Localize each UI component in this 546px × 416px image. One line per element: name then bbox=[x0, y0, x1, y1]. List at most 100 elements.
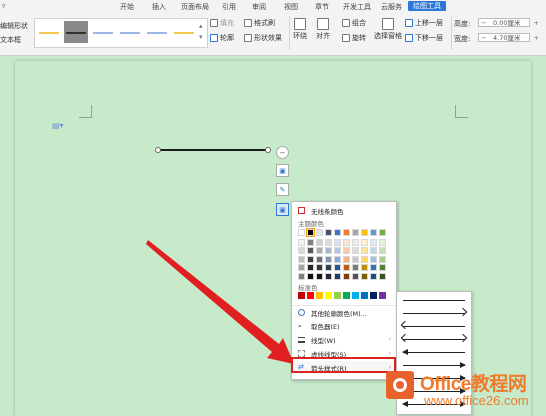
theme-color-swatch[interactable] bbox=[316, 229, 323, 236]
theme-color-swatch[interactable] bbox=[352, 255, 359, 263]
style-item[interactable] bbox=[118, 21, 142, 43]
tab-section[interactable]: 章节 bbox=[315, 2, 329, 12]
resize-handle[interactable] bbox=[155, 147, 161, 153]
theme-color-swatch[interactable] bbox=[325, 229, 332, 236]
gallery-up-icon[interactable]: ▴ bbox=[199, 22, 203, 30]
menu-item-eyedropper[interactable]: ⌕ 取色器(E) bbox=[292, 319, 396, 332]
style-item[interactable] bbox=[172, 21, 196, 43]
theme-color-swatch[interactable] bbox=[361, 238, 368, 246]
theme-color-swatch[interactable] bbox=[298, 264, 305, 271]
theme-color-swatch[interactable] bbox=[343, 238, 350, 246]
menu-item-no-line-color[interactable]: 无线条颜色 bbox=[292, 204, 396, 217]
shape-style-gallery[interactable]: ▴ ▾ bbox=[34, 18, 208, 48]
rotate-button[interactable]: 旋转 bbox=[342, 33, 366, 43]
theme-color-swatch[interactable] bbox=[325, 247, 332, 254]
theme-color-swatch[interactable] bbox=[361, 264, 368, 271]
outline-button[interactable]: 轮廓 bbox=[210, 33, 234, 43]
tab-cloud[interactable]: 云服务 bbox=[381, 2, 402, 12]
standard-color-row[interactable] bbox=[298, 292, 390, 301]
standard-color-swatch[interactable] bbox=[343, 292, 350, 299]
theme-color-grid[interactable] bbox=[298, 228, 390, 285]
theme-color-swatch[interactable] bbox=[298, 247, 305, 254]
gallery-down-icon[interactable]: ▾ bbox=[199, 33, 203, 41]
theme-color-swatch[interactable] bbox=[379, 272, 386, 280]
standard-color-swatch[interactable] bbox=[307, 292, 314, 299]
fill-button[interactable]: 填充 bbox=[210, 18, 234, 28]
theme-color-swatch[interactable] bbox=[361, 229, 368, 236]
theme-color-swatch[interactable] bbox=[361, 272, 368, 280]
arrow-style-solid-left[interactable] bbox=[402, 346, 465, 360]
theme-color-swatch[interactable] bbox=[352, 272, 359, 280]
theme-color-swatch[interactable] bbox=[370, 264, 377, 271]
theme-color-swatch[interactable] bbox=[325, 238, 332, 246]
style-item[interactable] bbox=[37, 21, 61, 43]
tab-drawing-tools[interactable]: 绘图工具 bbox=[408, 1, 446, 11]
theme-color-swatch[interactable] bbox=[343, 247, 350, 254]
send-backward-button[interactable]: 下移一层 bbox=[405, 33, 443, 43]
theme-color-swatch[interactable] bbox=[343, 264, 350, 271]
arrow-style-open-both[interactable] bbox=[400, 333, 468, 347]
arrow-style-open-left[interactable] bbox=[400, 320, 465, 334]
theme-color-swatch[interactable] bbox=[334, 264, 341, 271]
arrow-style-plain[interactable] bbox=[403, 294, 465, 308]
standard-color-swatch[interactable] bbox=[325, 292, 332, 299]
align-button[interactable]: 对齐 bbox=[316, 18, 330, 41]
tab-view[interactable]: 视图 bbox=[284, 2, 298, 12]
style-item-selected[interactable] bbox=[64, 21, 88, 43]
standard-color-swatch[interactable] bbox=[316, 292, 323, 299]
arrow-style-open-right[interactable] bbox=[403, 307, 468, 321]
theme-color-swatch[interactable] bbox=[379, 238, 386, 246]
line-shape[interactable] bbox=[158, 149, 268, 151]
theme-color-swatch[interactable] bbox=[352, 247, 359, 254]
theme-color-swatch[interactable] bbox=[334, 238, 341, 246]
theme-color-swatch[interactable] bbox=[298, 229, 305, 236]
theme-color-swatch[interactable] bbox=[379, 229, 386, 236]
theme-color-swatch[interactable] bbox=[334, 272, 341, 280]
minus-icon[interactable]: − bbox=[481, 19, 486, 28]
standard-color-swatch[interactable] bbox=[379, 292, 386, 299]
theme-color-swatch[interactable] bbox=[325, 272, 332, 280]
theme-color-swatch[interactable] bbox=[352, 229, 359, 236]
tab-home[interactable]: 开始 bbox=[120, 2, 134, 12]
theme-color-swatch[interactable] bbox=[370, 272, 377, 280]
theme-color-swatch[interactable] bbox=[334, 255, 341, 263]
theme-color-swatch[interactable] bbox=[352, 238, 359, 246]
format-brush-button[interactable]: 格式刷 bbox=[244, 18, 275, 28]
tab-insert[interactable]: 插入 bbox=[152, 2, 166, 12]
plus-icon[interactable]: + bbox=[534, 19, 539, 28]
edit-shape-button[interactable]: 编辑形状 bbox=[0, 21, 28, 31]
menu-item-line-style[interactable]: 线型(W) › bbox=[292, 333, 396, 346]
text-box-button[interactable]: 文本框 bbox=[0, 35, 21, 45]
tab-page-layout[interactable]: 页面布局 bbox=[181, 2, 209, 12]
theme-color-swatch[interactable] bbox=[370, 229, 377, 236]
theme-color-swatch[interactable] bbox=[370, 247, 377, 254]
standard-color-swatch[interactable] bbox=[298, 292, 305, 299]
theme-color-swatch[interactable] bbox=[370, 255, 377, 263]
theme-color-swatch[interactable] bbox=[325, 264, 332, 271]
menu-item-more-colors[interactable]: 其他轮廓颜色(M)... bbox=[292, 305, 396, 319]
bring-forward-button[interactable]: 上移一层 bbox=[405, 18, 443, 28]
theme-color-swatch[interactable] bbox=[307, 238, 314, 246]
theme-color-swatch[interactable] bbox=[370, 238, 377, 246]
group-button[interactable]: 组合 bbox=[342, 18, 366, 28]
outline-icon[interactable]: ▣ bbox=[276, 203, 289, 216]
standard-color-swatch[interactable] bbox=[370, 292, 377, 299]
theme-color-swatch[interactable] bbox=[298, 255, 305, 263]
theme-color-swatch[interactable] bbox=[352, 264, 359, 271]
height-input[interactable]: −0.00厘米 + bbox=[478, 18, 539, 28]
theme-color-swatch[interactable] bbox=[325, 255, 332, 263]
theme-color-swatch[interactable] bbox=[361, 247, 368, 254]
theme-color-swatch[interactable] bbox=[306, 228, 315, 237]
theme-color-swatch[interactable] bbox=[316, 238, 323, 246]
pen-icon[interactable]: ✎ bbox=[276, 183, 289, 196]
theme-color-swatch[interactable] bbox=[343, 255, 350, 263]
theme-color-swatch[interactable] bbox=[307, 255, 314, 263]
collapse-icon[interactable]: − bbox=[276, 146, 289, 159]
plus-icon[interactable]: + bbox=[534, 34, 539, 43]
theme-color-swatch[interactable] bbox=[298, 272, 305, 280]
theme-color-swatch[interactable] bbox=[343, 272, 350, 280]
theme-color-swatch[interactable] bbox=[316, 255, 323, 263]
standard-color-swatch[interactable] bbox=[334, 292, 341, 299]
shape-effect-button[interactable]: 形状效果 bbox=[244, 33, 282, 43]
tab-references[interactable]: 引用 bbox=[222, 2, 236, 12]
